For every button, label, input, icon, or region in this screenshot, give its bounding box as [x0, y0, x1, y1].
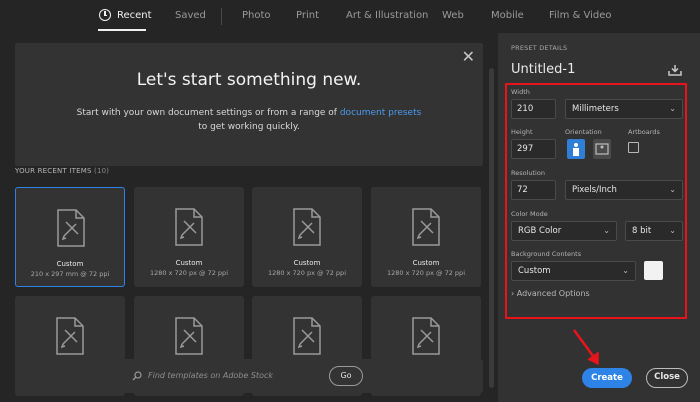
banner-subtitle-text: Start with your own document settings or… — [76, 108, 340, 118]
landscape-orientation-button[interactable] — [593, 139, 611, 159]
main-panel: ✕ Let's start something new. Start with … — [0, 33, 496, 402]
save-preset-icon[interactable] — [668, 64, 682, 76]
recent-item-name: Custom — [412, 259, 440, 267]
background-contents-select[interactable]: Custom ⌄ — [511, 261, 636, 281]
recent-item-meta: 1280 x 720 px @ 72 ppi — [387, 269, 465, 277]
recent-item-meta: 1280 x 720 px @ 72 ppi — [150, 269, 228, 277]
recent-count: (10) — [94, 167, 110, 175]
chevron-down-icon: ⌄ — [603, 226, 610, 235]
orientation-label: Orientation — [565, 128, 602, 136]
tab-mobile[interactable]: Mobile — [491, 10, 524, 21]
chevron-down-icon: ⌄ — [669, 185, 676, 194]
document-icon — [57, 209, 85, 247]
color-mode-select[interactable]: RGB Color ⌄ — [511, 221, 617, 241]
go-button[interactable]: Go — [329, 366, 363, 386]
recent-item[interactable]: Custom 1280 x 720 px @ 72 ppi — [371, 187, 481, 287]
recent-heading-label: YOUR RECENT ITEMS — [15, 167, 92, 175]
recent-item-meta: 1280 x 720 px @ 72 ppi — [268, 269, 346, 277]
close-button[interactable]: Close — [646, 368, 688, 388]
color-mode-value: RGB Color — [518, 226, 562, 236]
document-icon — [412, 317, 440, 355]
active-tab-indicator — [98, 29, 146, 31]
width-unit-select[interactable]: Millimeters ⌄ — [565, 99, 683, 119]
banner-subtitle-text-2: to get working quickly. — [198, 122, 300, 132]
chevron-right-icon: › — [511, 289, 515, 298]
background-contents-label: Background Contents — [511, 250, 582, 258]
recent-item-name: Custom — [293, 259, 321, 267]
bit-depth-value: 8 bit — [632, 226, 652, 236]
recent-item[interactable]: Custom 210 x 297 mm @ 72 ppi — [15, 187, 125, 287]
document-presets-link[interactable]: document presets — [340, 108, 421, 118]
advanced-options-label: Advanced Options — [516, 289, 590, 298]
banner-subtitle: Start with your own document settings or… — [15, 106, 483, 134]
preset-details-label: PRESET DETAILS — [511, 44, 568, 52]
width-input[interactable]: 210 — [511, 99, 556, 119]
clock-icon — [99, 9, 111, 21]
resolution-input[interactable]: 72 — [511, 180, 556, 200]
advanced-options-toggle[interactable]: › Advanced Options — [511, 289, 590, 298]
resolution-unit-value: Pixels/Inch — [572, 185, 617, 195]
resolution-unit-select[interactable]: Pixels/Inch ⌄ — [565, 180, 683, 200]
recent-item-meta: 210 x 297 mm @ 72 ppi — [30, 270, 110, 278]
top-tab-bar: Recent Saved Photo Print Art & Illustrat… — [0, 0, 700, 33]
stock-search-input[interactable]: Find templates on Adobe Stock — [148, 371, 273, 380]
close-icon[interactable]: ✕ — [462, 47, 475, 66]
search-icon — [132, 371, 142, 381]
chevron-down-icon: ⌄ — [669, 226, 676, 235]
tab-divider — [221, 8, 222, 25]
recent-item[interactable]: Custom 1280 x 720 px @ 72 ppi — [252, 187, 362, 287]
height-input[interactable]: 297 — [511, 139, 556, 159]
tab-photo[interactable]: Photo — [242, 10, 271, 21]
background-color-swatch[interactable] — [644, 261, 663, 280]
artboards-checkbox[interactable] — [628, 142, 639, 153]
create-button[interactable]: Create — [582, 368, 632, 388]
color-mode-label: Color Mode — [511, 210, 548, 218]
portrait-orientation-button[interactable] — [567, 139, 585, 159]
artboards-label: Artboards — [628, 128, 660, 136]
document-icon — [56, 317, 84, 355]
scrollbar[interactable] — [489, 68, 494, 388]
tab-film-video[interactable]: Film & Video — [549, 10, 612, 21]
document-icon — [412, 208, 440, 246]
bit-depth-select[interactable]: 8 bit ⌄ — [625, 221, 683, 241]
tab-web[interactable]: Web — [442, 10, 464, 21]
tab-saved[interactable]: Saved — [175, 10, 206, 21]
landscape-icon — [595, 143, 609, 155]
resolution-label: Resolution — [511, 169, 545, 177]
tab-art-illustration[interactable]: Art & Illustration — [346, 10, 428, 21]
annotation-arrow-icon — [572, 329, 599, 365]
stock-search-bar: Find templates on Adobe Stock Go — [15, 359, 483, 393]
recent-item-name: Custom — [175, 259, 203, 267]
banner-title: Let's start something new. — [136, 70, 362, 90]
portrait-icon — [573, 143, 579, 156]
document-icon — [175, 317, 203, 355]
document-icon — [293, 208, 321, 246]
document-name-field[interactable]: Untitled-1 — [511, 62, 575, 77]
recent-item[interactable]: Custom 1280 x 720 px @ 72 ppi — [134, 187, 244, 287]
document-icon — [175, 208, 203, 246]
chevron-down-icon: ⌄ — [669, 104, 676, 113]
chevron-down-icon: ⌄ — [622, 266, 629, 275]
document-icon — [293, 317, 321, 355]
width-label: Width — [511, 88, 530, 96]
width-unit-value: Millimeters — [572, 104, 619, 114]
recent-items-heading: YOUR RECENT ITEMS (10) — [15, 167, 109, 175]
tab-print[interactable]: Print — [296, 10, 319, 21]
tab-recent[interactable]: Recent — [117, 10, 152, 21]
background-contents-value: Custom — [518, 266, 551, 276]
welcome-banner: ✕ Let's start something new. Start with … — [15, 43, 483, 166]
recent-item-name: Custom — [56, 260, 84, 268]
height-label: Height — [511, 128, 533, 136]
